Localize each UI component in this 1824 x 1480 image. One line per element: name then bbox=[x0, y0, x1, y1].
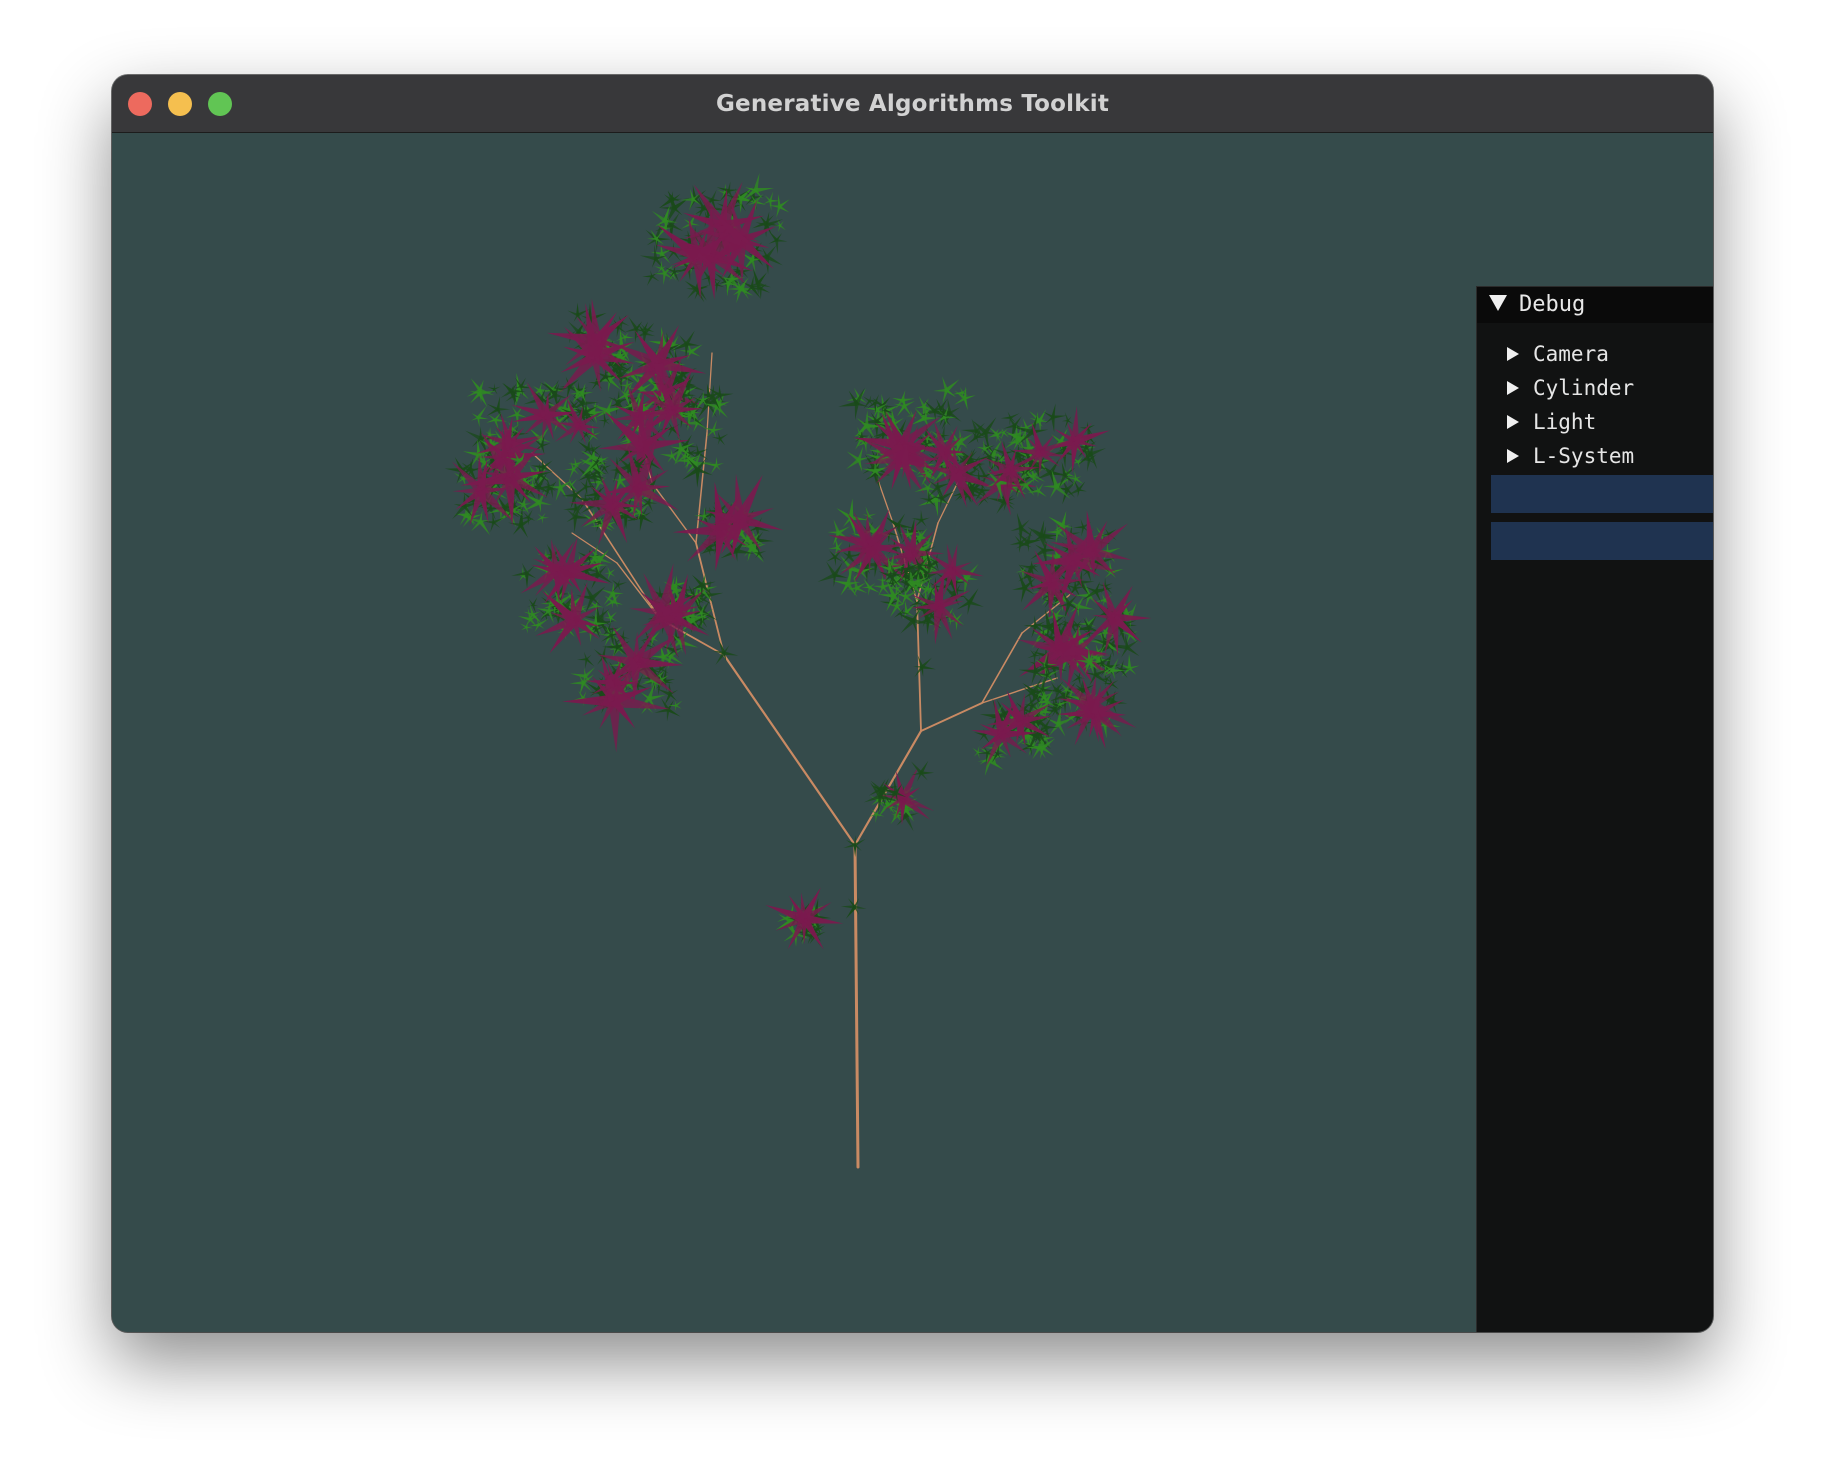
leaf-cluster bbox=[1046, 706, 1074, 737]
tree-item-label: L-System bbox=[1533, 444, 1635, 468]
debug-slot[interactable] bbox=[1491, 475, 1713, 513]
caret-right-icon bbox=[1507, 347, 1519, 361]
tree-foliage bbox=[444, 172, 1152, 950]
leaf-cluster bbox=[1061, 412, 1074, 429]
leaf-cluster bbox=[911, 760, 935, 782]
leaf-cluster bbox=[527, 597, 539, 614]
leaf-cluster bbox=[1043, 403, 1067, 433]
leaf-cluster bbox=[712, 639, 739, 665]
leaf-cluster bbox=[519, 620, 534, 634]
leaf-cluster bbox=[466, 378, 495, 403]
tree-scene bbox=[444, 172, 1152, 1169]
debug-header[interactable]: Debug bbox=[1477, 287, 1713, 323]
window-title: Generative Algorithms Toolkit bbox=[715, 91, 1110, 117]
tree-item-l-system[interactable]: L-System bbox=[1477, 440, 1713, 474]
leaf-cluster bbox=[765, 887, 844, 950]
app-window: Generative Algorithms Toolkit Debug Came… bbox=[112, 75, 1713, 1332]
caret-right-icon bbox=[1507, 449, 1519, 463]
tree-item-label: Light bbox=[1533, 410, 1597, 434]
tree-item-light[interactable]: Light bbox=[1477, 406, 1713, 440]
leaf-cluster bbox=[972, 745, 985, 760]
debug-slot[interactable] bbox=[1491, 522, 1713, 560]
leaf-cluster bbox=[838, 387, 869, 421]
tree-item-label: Camera bbox=[1533, 342, 1609, 366]
branch-segment bbox=[722, 653, 857, 847]
branch-segment bbox=[920, 702, 983, 732]
branch-segment bbox=[981, 632, 1023, 704]
branch-segment bbox=[651, 482, 697, 544]
debug-panel: Debug Camera Cylinder Light L-System bbox=[1476, 286, 1713, 1332]
caret-right-icon bbox=[1507, 381, 1519, 395]
leaf-cluster bbox=[988, 429, 1004, 443]
render-viewport[interactable] bbox=[112, 133, 1476, 1332]
leaf-cluster bbox=[470, 405, 489, 428]
leaf-cluster bbox=[911, 509, 930, 528]
leaf-cluster bbox=[684, 277, 709, 303]
leaf-cluster bbox=[840, 897, 867, 919]
leaf-cluster bbox=[562, 654, 671, 753]
leaf-cluster bbox=[913, 655, 936, 678]
leaf-cluster bbox=[703, 456, 724, 475]
leaf-cluster bbox=[654, 698, 681, 722]
leaf-cluster bbox=[762, 191, 781, 211]
leaf-cluster bbox=[861, 578, 880, 596]
tree-item-camera[interactable]: Camera bbox=[1477, 338, 1713, 372]
leaf-cluster bbox=[933, 376, 960, 404]
leaf-cluster bbox=[536, 512, 550, 524]
leaf-cluster bbox=[639, 244, 667, 269]
leaf-cluster bbox=[469, 383, 497, 408]
leaf-cluster bbox=[1114, 659, 1131, 678]
tree-item-cylinder[interactable]: Cylinder bbox=[1477, 372, 1713, 406]
leaf-cluster bbox=[865, 462, 891, 490]
leaf-cluster bbox=[867, 394, 883, 414]
leaf-cluster bbox=[615, 331, 635, 344]
tree-item-label: Cylinder bbox=[1533, 376, 1635, 400]
leaf-cluster bbox=[611, 579, 628, 593]
leaf-cluster bbox=[642, 270, 660, 286]
caret-right-icon bbox=[1507, 415, 1519, 429]
leaf-cluster bbox=[569, 674, 595, 695]
title-bar: Generative Algorithms Toolkit bbox=[112, 75, 1713, 133]
branch-segment bbox=[853, 843, 860, 1169]
leaf-cluster bbox=[954, 386, 976, 411]
leaf-cluster bbox=[1075, 441, 1107, 470]
leaf-cluster bbox=[576, 651, 595, 669]
debug-header-label: Debug bbox=[1519, 292, 1586, 317]
caret-down-icon bbox=[1489, 295, 1507, 311]
